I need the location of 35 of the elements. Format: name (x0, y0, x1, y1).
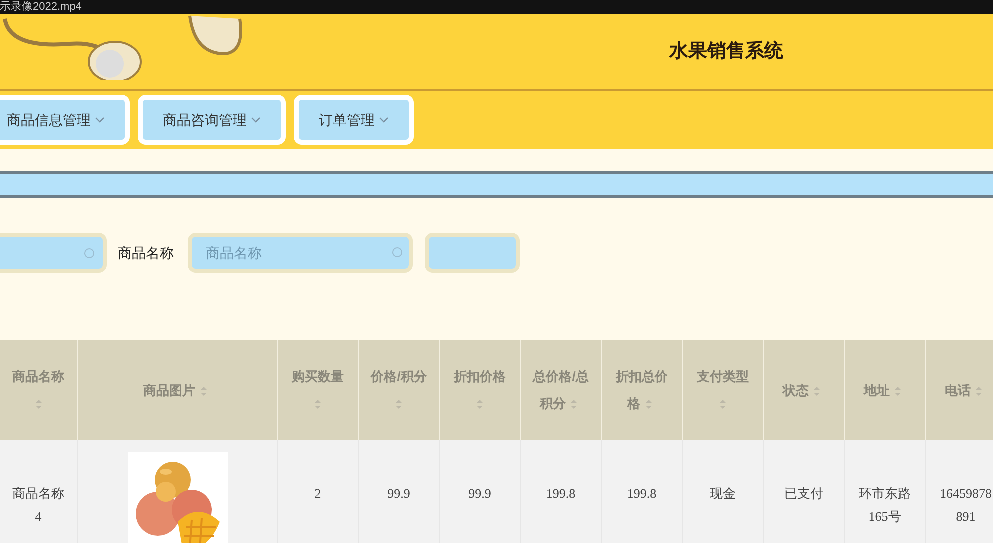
table-cell-text: 199.8 (546, 485, 576, 503)
table-cell-text: 2 (314, 485, 322, 503)
sort-icon[interactable] (200, 386, 208, 397)
search-field[interactable] (0, 233, 107, 273)
chevron-down-icon (95, 117, 105, 123)
search-field[interactable]: 商品名称 (188, 233, 413, 273)
chevron-down-icon (379, 117, 389, 123)
sort-icon[interactable] (395, 399, 403, 410)
table-cell-text: 199.8 (627, 485, 657, 503)
sort-icon[interactable] (975, 386, 983, 397)
nav-menu-button[interactable]: 订单管理 (294, 95, 414, 145)
app-title: 水果销售系统 (670, 39, 784, 64)
table-cell-text: 现金 (710, 485, 736, 503)
sort-icon[interactable] (719, 399, 727, 410)
nav-menu-button[interactable]: 商品信息管理 (0, 95, 130, 145)
sort-icon[interactable] (813, 386, 821, 397)
search-icon (84, 248, 95, 258)
video-title: 示录像2022.mp4 (0, 1, 82, 14)
sort-icon[interactable] (570, 399, 578, 410)
search-label: 商品名称 (118, 244, 174, 262)
table-cell-text: 商品名称4 (12, 485, 66, 526)
table-cell-text: 99.9 (388, 485, 410, 503)
table-cell-text: 99.9 (468, 485, 492, 503)
search-button[interactable] (425, 233, 520, 273)
table-cell-text: 环市东路165号 (858, 485, 912, 526)
sort-icon[interactable] (644, 399, 652, 410)
sort-icon[interactable] (894, 386, 902, 397)
nav-menu-button[interactable]: 商品咨询管理 (138, 95, 286, 145)
table-cell-text: 16459878891 (939, 485, 993, 526)
search-icon (392, 247, 403, 258)
sort-icon[interactable] (314, 399, 322, 410)
chevron-down-icon (251, 117, 261, 123)
sort-icon[interactable] (476, 399, 484, 410)
table-cell-text: 已支付 (784, 485, 824, 503)
sort-icon[interactable] (34, 399, 42, 410)
